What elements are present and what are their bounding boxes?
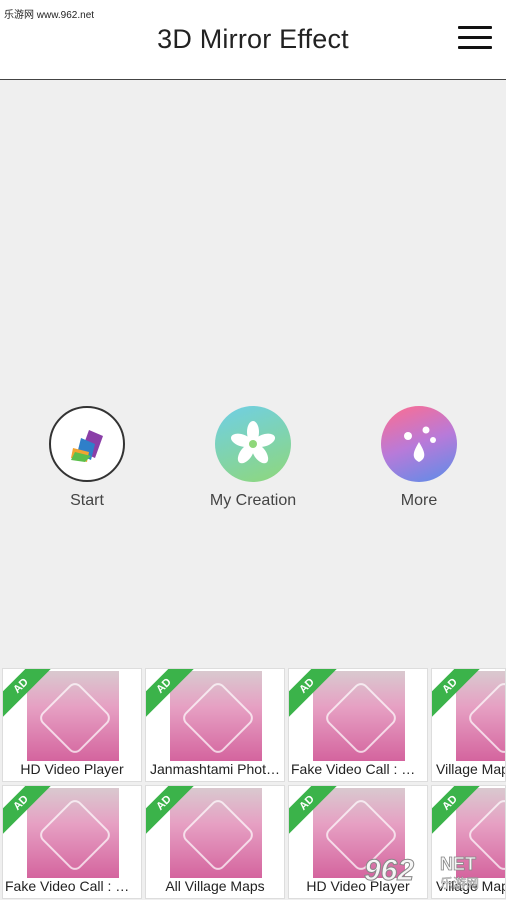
- watermark-top: 乐游网 www.962.net: [4, 10, 95, 21]
- start-button[interactable]: Start: [32, 406, 142, 510]
- ad-card[interactable]: AD Fake Video Call : Gi…: [2, 785, 142, 899]
- ad-card[interactable]: AD Fake Video Call : Gi…: [288, 668, 428, 782]
- ad-card[interactable]: AD HD Video Player: [2, 668, 142, 782]
- ad-thumbnail: [27, 788, 119, 878]
- hamburger-menu-icon[interactable]: [458, 26, 492, 54]
- ad-label: Fake Video Call : Gi…: [5, 878, 141, 894]
- ad-label: Village Maps: [436, 761, 505, 777]
- watermark-logo-net: NET: [440, 854, 476, 874]
- more-label: More: [400, 492, 438, 509]
- layers-icon: [49, 406, 125, 482]
- my-creation-button[interactable]: My Creation: [198, 406, 308, 510]
- watermark-logo: 962 NET 乐游网: [360, 848, 500, 894]
- drops-icon: [381, 406, 457, 482]
- ad-label: Fake Video Call : Gi…: [291, 761, 427, 777]
- app-title: 3D Mirror Effect: [157, 24, 349, 54]
- my-creation-label: My Creation: [209, 492, 297, 509]
- ad-label: Janmashtami Phot…: [150, 761, 280, 777]
- watermark-logo-site: 乐游网: [440, 877, 479, 892]
- ad-card[interactable]: AD Janmashtami Phot…: [145, 668, 285, 782]
- start-label: Start: [70, 492, 104, 509]
- ad-label: All Village Maps: [165, 878, 265, 894]
- ad-thumbnail: [27, 671, 119, 761]
- ad-card[interactable]: AD All Village Maps: [145, 785, 285, 899]
- more-button[interactable]: More: [364, 406, 474, 510]
- ad-thumbnail: [313, 671, 405, 761]
- flower-icon: [215, 406, 291, 482]
- ad-thumbnail: [170, 788, 262, 878]
- ad-label: HD Video Player: [20, 761, 124, 777]
- ad-thumbnail: [170, 671, 262, 761]
- ad-card[interactable]: AD Village Maps: [431, 668, 506, 782]
- watermark-logo-number: 962: [364, 854, 414, 887]
